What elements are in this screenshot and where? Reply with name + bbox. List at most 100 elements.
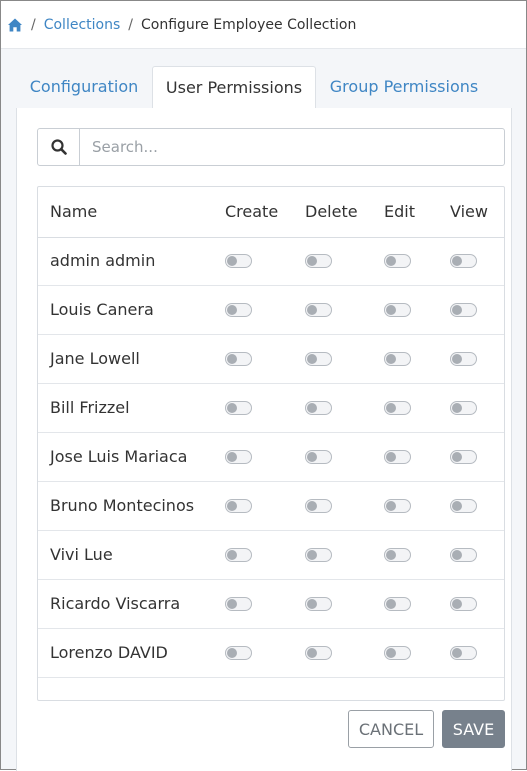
table-header: Name Create Delete Edit View [38, 187, 504, 238]
create-permission-toggle[interactable] [225, 254, 252, 268]
edit-permission-toggle[interactable] [384, 303, 411, 317]
table-row: Lorenzo DAVID [38, 629, 504, 678]
toggle-knob [452, 648, 462, 658]
toggle-knob [307, 403, 317, 413]
toggle-knob [227, 256, 237, 266]
tab-user-permissions[interactable]: User Permissions [152, 66, 316, 109]
user-name-cell: Lorenzo DAVID [50, 643, 168, 662]
toggle-knob [227, 403, 237, 413]
delete-permission-toggle[interactable] [305, 548, 332, 562]
tab-configuration[interactable]: Configuration [16, 66, 152, 108]
edit-permission-toggle[interactable] [384, 450, 411, 464]
cancel-button[interactable]: CANCEL [348, 710, 434, 748]
create-permission-toggle[interactable] [225, 597, 252, 611]
toggle-knob [452, 550, 462, 560]
view-permission-toggle[interactable] [450, 646, 477, 660]
table-row: Jane Lowell [38, 335, 504, 384]
toggle-knob [386, 354, 396, 364]
toggle-knob [227, 452, 237, 462]
breadcrumb-separator: / [128, 16, 133, 33]
view-permission-toggle[interactable] [450, 548, 477, 562]
toggle-knob [307, 305, 317, 315]
view-permission-toggle[interactable] [450, 597, 477, 611]
view-permission-toggle[interactable] [450, 401, 477, 415]
edit-permission-toggle[interactable] [384, 646, 411, 660]
edit-permission-toggle[interactable] [384, 254, 411, 268]
home-icon[interactable] [7, 17, 23, 33]
toggle-knob [452, 452, 462, 462]
tab-bar: Configuration User Permissions Group Per… [16, 66, 512, 109]
delete-permission-toggle[interactable] [305, 254, 332, 268]
toggle-knob [227, 354, 237, 364]
view-permission-toggle[interactable] [450, 303, 477, 317]
search-input[interactable] [80, 129, 504, 165]
app-window: / Collections / Configure Employee Colle… [0, 0, 527, 771]
tab-group-permissions[interactable]: Group Permissions [316, 66, 492, 108]
edit-permission-toggle[interactable] [384, 401, 411, 415]
user-name-cell: admin admin [50, 251, 156, 270]
delete-permission-toggle[interactable] [305, 646, 332, 660]
delete-permission-toggle[interactable] [305, 401, 332, 415]
table-row: admin admin [38, 237, 504, 286]
delete-permission-toggle[interactable] [305, 352, 332, 366]
toggle-knob [227, 501, 237, 511]
view-permission-toggle[interactable] [450, 499, 477, 513]
create-permission-toggle[interactable] [225, 548, 252, 562]
user-name-cell: Ricardo Viscarra [50, 594, 181, 613]
edit-permission-toggle[interactable] [384, 499, 411, 513]
toggle-knob [386, 452, 396, 462]
toggle-knob [386, 599, 396, 609]
toggle-knob [227, 550, 237, 560]
column-header-create: Create [225, 202, 279, 221]
column-header-name: Name [50, 202, 98, 221]
search-icon [50, 139, 67, 155]
edit-permission-toggle[interactable] [384, 597, 411, 611]
create-permission-toggle[interactable] [225, 352, 252, 366]
create-permission-toggle[interactable] [225, 499, 252, 513]
save-button[interactable]: SAVE [442, 710, 505, 748]
toggle-knob [452, 354, 462, 364]
column-header-edit: Edit [384, 202, 415, 221]
create-permission-toggle[interactable] [225, 401, 252, 415]
view-permission-toggle[interactable] [450, 254, 477, 268]
toggle-knob [307, 354, 317, 364]
create-permission-toggle[interactable] [225, 450, 252, 464]
edit-permission-toggle[interactable] [384, 352, 411, 366]
toggle-knob [452, 305, 462, 315]
view-permission-toggle[interactable] [450, 352, 477, 366]
toggle-knob [452, 403, 462, 413]
user-name-cell: Louis Canera [50, 300, 154, 319]
toggle-knob [386, 501, 396, 511]
table-row: Bruno Montecinos [38, 482, 504, 531]
table-row: Bill Frizzel [38, 384, 504, 433]
search-bar [37, 128, 505, 166]
table-row: Ricardo Viscarra [38, 580, 504, 629]
delete-permission-toggle[interactable] [305, 499, 332, 513]
create-permission-toggle[interactable] [225, 646, 252, 660]
toggle-knob [227, 599, 237, 609]
edit-permission-toggle[interactable] [384, 548, 411, 562]
toggle-knob [452, 501, 462, 511]
toggle-knob [386, 305, 396, 315]
search-button[interactable] [38, 129, 80, 165]
user-name-cell: Jane Lowell [50, 349, 140, 368]
create-permission-toggle[interactable] [225, 303, 252, 317]
toggle-knob [452, 599, 462, 609]
user-name-cell: Vivi Lue [50, 545, 113, 564]
table-row: Vivi Lue [38, 531, 504, 580]
toggle-knob [386, 648, 396, 658]
user-name-cell: Bill Frizzel [50, 398, 130, 417]
table-row: Louis Canera [38, 286, 504, 335]
toggle-knob [386, 550, 396, 560]
user-name-cell: Bruno Montecinos [50, 496, 195, 515]
breadcrumb-collections-link[interactable]: Collections [44, 17, 121, 33]
breadcrumb: / Collections / Configure Employee Colle… [1, 1, 526, 49]
delete-permission-toggle[interactable] [305, 597, 332, 611]
table-row: Jose Luis Mariaca [38, 433, 504, 482]
delete-permission-toggle[interactable] [305, 303, 332, 317]
toggle-knob [227, 648, 237, 658]
toggle-knob [307, 501, 317, 511]
view-permission-toggle[interactable] [450, 450, 477, 464]
delete-permission-toggle[interactable] [305, 450, 332, 464]
toggle-knob [307, 599, 317, 609]
